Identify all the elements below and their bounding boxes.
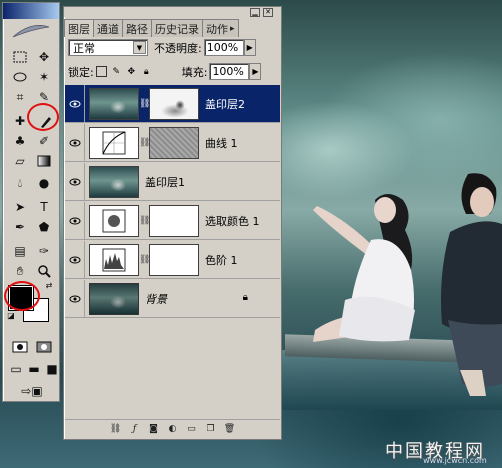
tab-channels[interactable]: 通道 xyxy=(93,19,123,37)
layer-row[interactable]: ⛓︎ 选取颜色 1 xyxy=(65,201,280,240)
new-layer-icon[interactable]: ❐ xyxy=(204,423,217,435)
hand-tool-icon[interactable]: ✋︎ xyxy=(9,261,31,280)
layer-list: ⛓︎ 盖印层2 ⛓︎ 曲线 1 盖印层1 ⛓︎ 选取颜色 1 ⛓︎ 色阶 1 背… xyxy=(65,84,280,417)
eye-icon[interactable] xyxy=(65,240,85,279)
layer-name[interactable]: 选取颜色 1 xyxy=(205,213,260,229)
shape-tool-icon[interactable]: ⬟ xyxy=(33,217,55,236)
layer-name[interactable]: 背景 xyxy=(145,291,167,307)
tools-titlebar[interactable] xyxy=(3,3,59,19)
chain-link-icon[interactable]: ⛓︎ xyxy=(139,138,150,148)
layer-style-icon[interactable]: ƒ xyxy=(128,423,141,435)
layer-thumbnail[interactable] xyxy=(89,165,139,198)
quick-mask-mode-icon[interactable] xyxy=(33,337,55,356)
link-layers-icon[interactable]: ⛓︎ xyxy=(109,423,122,435)
selective-color-adjustment-icon[interactable] xyxy=(89,204,139,237)
eye-icon[interactable] xyxy=(65,279,85,318)
default-colors-icon[interactable]: ◪ xyxy=(5,311,17,321)
standard-mode-icon[interactable] xyxy=(9,337,31,356)
zoom-tool-icon[interactable] xyxy=(33,261,55,280)
opacity-slider-button[interactable]: ▶ xyxy=(243,39,256,56)
chevron-down-icon: ▼ xyxy=(133,41,146,54)
add-mask-icon[interactable]: ◙ xyxy=(147,423,160,435)
screen-mode-full-icon[interactable]: ■ xyxy=(41,359,63,378)
marquee-tool-icon[interactable] xyxy=(9,47,31,66)
fill-slider-button[interactable]: ▶ xyxy=(249,63,262,80)
type-tool-icon[interactable]: T xyxy=(33,197,55,216)
watermark-url: www.jcwcn.com xyxy=(423,456,487,465)
adjustment-layer-icon[interactable]: ◐ xyxy=(166,423,179,435)
move-tool-icon[interactable]: ✥ xyxy=(33,47,55,66)
swap-colors-icon[interactable]: ⇄ xyxy=(43,281,55,291)
tab-paths[interactable]: 路径 xyxy=(122,19,152,37)
clone-stamp-tool-icon[interactable]: ♣ xyxy=(9,131,31,150)
tab-history[interactable]: 历史记录 xyxy=(151,19,203,37)
lock-label: 锁定: xyxy=(68,65,94,79)
lock-all-icon[interactable]: 🔒︎ xyxy=(141,66,152,77)
lock-paint-icon[interactable]: ✎ xyxy=(111,66,122,77)
brush-highlight-ring xyxy=(27,103,59,131)
chain-link-icon[interactable]: ⛓︎ xyxy=(139,255,150,265)
levels-adjustment-icon[interactable] xyxy=(89,243,139,276)
layer-mask-thumbnail[interactable] xyxy=(149,87,199,120)
magic-wand-tool-icon[interactable]: ✶ xyxy=(33,67,55,86)
eye-icon[interactable] xyxy=(65,162,85,201)
layers-panel: ▁ ✕ 图层 通道 路径 历史记录 动作 ▸ 正常 ▼ 不透明度: 100% ▶ … xyxy=(63,6,282,440)
chain-link-icon[interactable]: ⛓︎ xyxy=(139,216,150,226)
tab-layers[interactable]: 图层 xyxy=(64,19,94,37)
new-group-icon[interactable]: ▭ xyxy=(185,423,198,435)
chain-link-icon[interactable]: ⛓︎ xyxy=(139,99,150,109)
blend-mode-select[interactable]: 正常 ▼ xyxy=(68,39,148,56)
layer-mask-thumbnail[interactable] xyxy=(149,204,199,237)
photo-man xyxy=(430,170,502,400)
eye-icon[interactable] xyxy=(65,201,85,240)
jump-to-imageready-icon[interactable]: ⇨▣ xyxy=(13,381,51,400)
notes-tool-icon[interactable]: ▤ xyxy=(9,241,31,260)
eye-icon[interactable] xyxy=(65,123,85,162)
curves-adjustment-icon[interactable] xyxy=(89,126,139,159)
layer-name[interactable]: 曲线 1 xyxy=(205,135,238,151)
layer-name[interactable]: 盖印层1 xyxy=(145,174,185,190)
eraser-tool-icon[interactable]: ▱ xyxy=(9,151,31,170)
path-selection-tool-icon[interactable]: ➤ xyxy=(9,197,31,216)
lock-position-icon[interactable]: ✥ xyxy=(126,66,137,77)
panel-close-button[interactable]: ✕ xyxy=(263,8,273,17)
tab-actions[interactable]: 动作 ▸ xyxy=(202,19,239,37)
panel-tabs: 图层 通道 路径 历史记录 动作 ▸ xyxy=(64,19,281,37)
opacity-label: 不透明度: xyxy=(154,41,202,55)
panel-titlebar[interactable] xyxy=(64,7,281,17)
eye-icon[interactable] xyxy=(65,84,85,123)
photo-woman xyxy=(305,180,435,350)
fill-input[interactable]: 100% xyxy=(209,63,250,80)
blur-tool-icon[interactable]: 💧︎ xyxy=(9,173,31,192)
panel-menu-icon[interactable]: ▸ xyxy=(230,24,235,34)
panel-minimize-button[interactable]: ▁ xyxy=(250,8,260,17)
layer-row[interactable]: 盖印层1 xyxy=(65,162,280,201)
layer-name[interactable]: 盖印层2 xyxy=(205,96,245,112)
history-brush-tool-icon[interactable]: ✐ xyxy=(33,131,55,150)
layer-mask-thumbnail[interactable] xyxy=(149,243,199,276)
pen-tool-icon[interactable]: ✒ xyxy=(9,217,31,236)
lock-transparency-icon[interactable] xyxy=(95,66,107,77)
layers-bottom-toolbar: ⛓︎ ƒ ◙ ◐ ▭ ❐ 🗑︎ xyxy=(65,419,280,437)
gradient-tool-icon[interactable] xyxy=(33,151,55,170)
eyedropper-tool-icon[interactable]: ✑ xyxy=(33,241,55,260)
lock-icon: 🔒︎ xyxy=(242,292,248,303)
trash-icon[interactable]: 🗑︎ xyxy=(223,423,236,435)
layer-row[interactable]: ⛓︎ 色阶 1 xyxy=(65,240,280,279)
layer-thumbnail[interactable] xyxy=(89,87,139,120)
layer-row[interactable]: ⛓︎ 盖印层2 xyxy=(65,84,280,123)
layer-name[interactable]: 色阶 1 xyxy=(205,252,238,268)
opacity-input[interactable]: 100% xyxy=(203,39,244,56)
layer-row[interactable]: 背景 🔒︎ xyxy=(65,279,280,318)
dodge-tool-icon[interactable]: ● xyxy=(33,173,55,192)
foreground-highlight-ring xyxy=(4,281,40,311)
fill-label: 填充: xyxy=(181,65,208,79)
crop-tool-icon[interactable]: ⌗ xyxy=(9,87,31,106)
layer-mask-thumbnail[interactable] xyxy=(149,126,199,159)
lasso-tool-icon[interactable] xyxy=(9,67,31,86)
layer-thumbnail[interactable] xyxy=(89,282,139,315)
feather-logo-icon xyxy=(7,21,55,43)
tools-palette: ✥ ✶ ⌗ ✎ ✚ ♣ ✐ ▱ 💧︎ ● ➤ T ✒ ⬟ ▤ ✑ ✋︎ ⇄ ◪ … xyxy=(2,2,60,402)
layer-row[interactable]: ⛓︎ 曲线 1 xyxy=(65,123,280,162)
